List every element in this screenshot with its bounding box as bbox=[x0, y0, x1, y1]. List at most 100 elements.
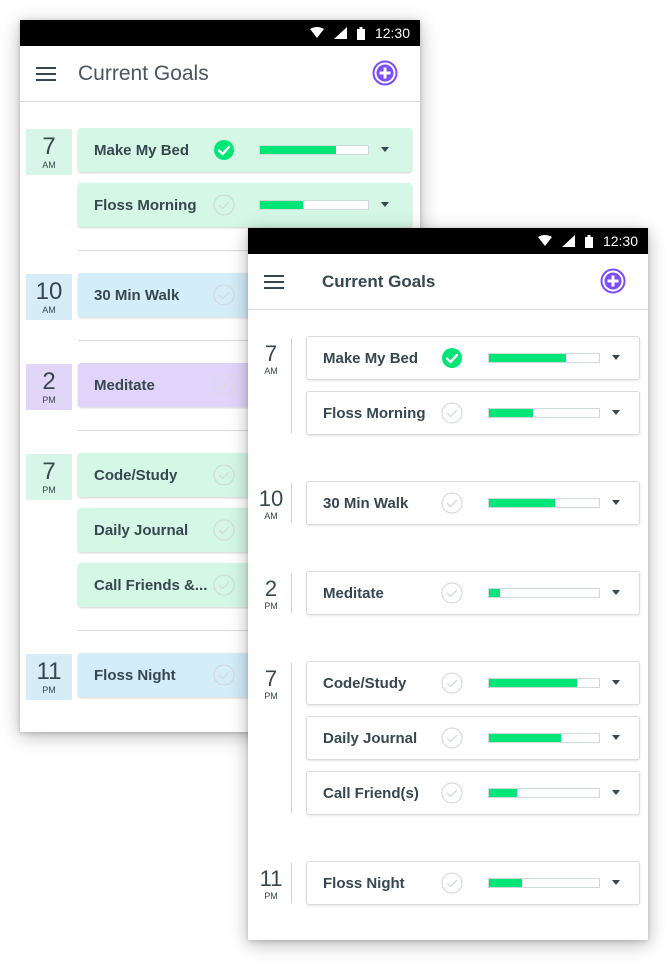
goal-list: 7 AM Make My Bed Floss Morning 10 AM 30 Min Wa… bbox=[248, 310, 648, 940]
time-hour: 7 bbox=[264, 341, 278, 366]
time-period: PM bbox=[264, 601, 278, 611]
chevron-down-icon[interactable] bbox=[612, 880, 620, 885]
goal-card[interactable]: Meditate bbox=[306, 571, 640, 615]
chevron-down-icon[interactable] bbox=[381, 147, 389, 152]
status-time: 12:30 bbox=[374, 25, 410, 41]
progress-bar bbox=[488, 408, 600, 418]
status-bar: 12:30 bbox=[248, 228, 648, 254]
progress-fill bbox=[489, 679, 577, 687]
signal-icon bbox=[333, 27, 347, 39]
check-pending-icon[interactable] bbox=[441, 782, 463, 804]
goal-card[interactable]: 30 Min Walk bbox=[306, 481, 640, 525]
time-hour: 2 bbox=[264, 576, 278, 601]
time-hour: 11 bbox=[36, 658, 62, 685]
goal-card[interactable]: Floss Morning bbox=[306, 391, 640, 435]
goal-name: Floss Morning bbox=[323, 405, 426, 422]
time-badge: 11 PM bbox=[26, 654, 72, 700]
progress-bar bbox=[488, 498, 600, 508]
goal-name: 30 Min Walk bbox=[94, 287, 180, 304]
time-label: 7 AM bbox=[256, 341, 286, 377]
check-done-icon[interactable] bbox=[213, 139, 235, 161]
app-bar: Current Goals bbox=[248, 254, 648, 310]
goal-card[interactable]: Code/Study bbox=[306, 661, 640, 705]
chevron-down-icon[interactable] bbox=[612, 790, 620, 795]
goal-card[interactable]: Call Friend(s) bbox=[306, 771, 640, 815]
check-pending-icon[interactable] bbox=[213, 574, 235, 596]
time-label: 7 PM bbox=[256, 666, 286, 702]
progress-bar bbox=[488, 678, 600, 688]
time-label: 2 PM bbox=[256, 576, 286, 612]
goal-name: 30 Min Walk bbox=[323, 495, 409, 512]
time-hour: 11 bbox=[259, 866, 283, 891]
add-goal-icon[interactable] bbox=[600, 268, 626, 294]
check-pending-icon[interactable] bbox=[441, 582, 463, 604]
time-badge: 7 PM bbox=[26, 454, 72, 500]
menu-icon[interactable] bbox=[264, 273, 284, 289]
progress-bar bbox=[259, 145, 369, 155]
progress-fill bbox=[489, 354, 566, 362]
goal-card[interactable]: Make My Bed bbox=[306, 336, 640, 380]
page-title: Current Goals bbox=[78, 62, 209, 85]
check-pending-icon[interactable] bbox=[213, 284, 235, 306]
chevron-down-icon[interactable] bbox=[612, 590, 620, 595]
chevron-down-icon[interactable] bbox=[612, 355, 620, 360]
check-pending-icon[interactable] bbox=[441, 727, 463, 749]
chevron-down-icon[interactable] bbox=[381, 202, 389, 207]
progress-fill bbox=[489, 589, 500, 597]
timeline-divider bbox=[291, 663, 292, 813]
goal-card[interactable]: Make My Bed bbox=[78, 128, 412, 172]
check-pending-icon[interactable] bbox=[441, 672, 463, 694]
progress-fill bbox=[489, 879, 522, 887]
chevron-down-icon[interactable] bbox=[612, 680, 620, 685]
check-pending-icon[interactable] bbox=[213, 664, 235, 686]
time-hour: 10 bbox=[35, 278, 63, 305]
check-pending-icon[interactable] bbox=[441, 402, 463, 424]
progress-bar bbox=[488, 353, 600, 363]
timeline-divider bbox=[291, 863, 292, 903]
time-hour: 2 bbox=[42, 368, 56, 395]
timeline-divider bbox=[291, 573, 292, 613]
chevron-down-icon[interactable] bbox=[612, 735, 620, 740]
progress-fill bbox=[260, 201, 304, 209]
check-pending-icon[interactable] bbox=[213, 464, 235, 486]
progress-bar bbox=[259, 200, 369, 210]
goal-name: Call Friend(s) bbox=[323, 785, 419, 802]
goal-name: Call Friends &... bbox=[94, 577, 208, 594]
goal-name: Daily Journal bbox=[94, 522, 189, 539]
check-pending-icon[interactable] bbox=[213, 194, 235, 216]
add-goal-icon[interactable] bbox=[372, 60, 398, 86]
page-title: Current Goals bbox=[322, 272, 436, 291]
goal-card[interactable]: Daily Journal bbox=[306, 716, 640, 760]
goal-name: Floss Morning bbox=[94, 197, 197, 214]
status-time: 12:30 bbox=[602, 233, 638, 249]
check-pending-icon[interactable] bbox=[441, 872, 463, 894]
goal-name: Floss Night bbox=[94, 667, 176, 684]
time-period: AM bbox=[264, 511, 278, 521]
time-hour: 7 bbox=[264, 666, 278, 691]
menu-icon[interactable] bbox=[36, 65, 56, 81]
check-pending-icon[interactable] bbox=[213, 374, 235, 396]
check-pending-icon[interactable] bbox=[213, 519, 235, 541]
chevron-down-icon[interactable] bbox=[612, 410, 620, 415]
time-period: PM bbox=[42, 395, 56, 405]
app-bar: Current Goals bbox=[20, 46, 420, 102]
progress-fill bbox=[489, 789, 517, 797]
time-badge: 2 PM bbox=[26, 364, 72, 410]
progress-fill bbox=[489, 409, 533, 417]
chevron-down-icon[interactable] bbox=[612, 500, 620, 505]
check-pending-icon[interactable] bbox=[441, 492, 463, 514]
time-period: PM bbox=[264, 691, 278, 701]
goal-card[interactable]: Floss Morning bbox=[78, 183, 412, 227]
goal-name: Floss Night bbox=[323, 875, 405, 892]
time-hour: 7 bbox=[42, 458, 56, 485]
wifi-icon bbox=[537, 235, 552, 247]
time-period: PM bbox=[42, 485, 56, 495]
time-badge: 10 AM bbox=[26, 274, 72, 320]
goal-card[interactable]: Floss Night bbox=[306, 861, 640, 905]
wifi-icon bbox=[309, 27, 324, 39]
time-label: 10 AM bbox=[256, 487, 286, 522]
check-done-icon[interactable] bbox=[441, 347, 463, 369]
goal-name: Daily Journal bbox=[323, 730, 418, 747]
goal-name: Code/Study bbox=[94, 467, 178, 484]
progress-bar bbox=[488, 878, 600, 888]
